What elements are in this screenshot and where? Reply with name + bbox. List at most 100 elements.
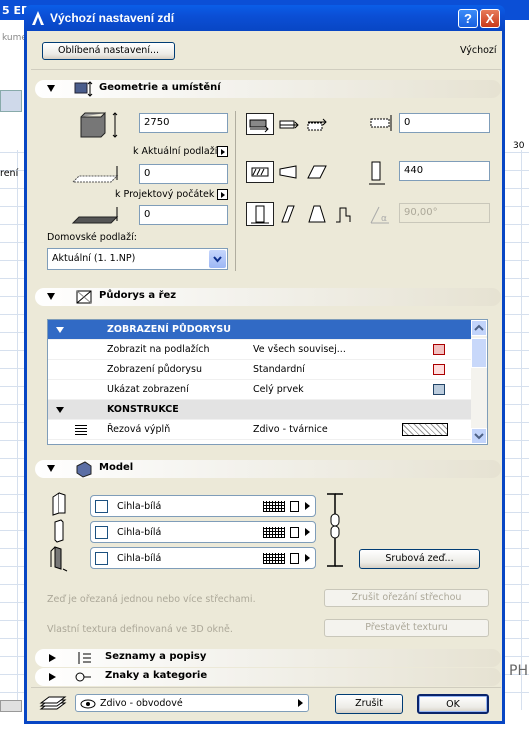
background-tool-icon [0, 90, 22, 112]
background-scroll-field [0, 700, 22, 712]
angle-input[interactable]: 90,00° [399, 203, 490, 223]
home-story-label: Domovské podlaží: [47, 232, 137, 243]
wall-polygon-icon[interactable] [306, 163, 330, 181]
link-materials-chain-icon[interactable] [323, 492, 347, 568]
list-item-value: Standardní [253, 364, 305, 375]
section-floorplan-title: Půdorys a řez [99, 290, 177, 301]
list-item[interactable]: Zobrazení půdorysu Standardní [48, 360, 487, 380]
wall-height-icon [80, 111, 118, 138]
chevron-right-icon [305, 554, 310, 562]
layer-value: Zdivo - obvodové [100, 698, 183, 709]
favorites-button[interactable]: Oblíbená nastavení... [42, 42, 175, 60]
collapse-arrow-icon [47, 85, 55, 92]
material-settings-icon [290, 527, 299, 538]
material-dropdown[interactable]: Cihla-bílá [90, 547, 316, 569]
section-lists[interactable]: Seznamy a popisy [35, 649, 501, 667]
ref-line-outside-button[interactable] [246, 113, 274, 135]
list-item-label: Zobrazení půdorysu [107, 364, 202, 375]
geometry-icon [74, 81, 93, 97]
texture-text: Vlastní textura definovaná ve 3D okně. [47, 624, 233, 635]
list-item-value: Celý prvek [253, 384, 304, 395]
help-button[interactable]: ? [458, 9, 478, 28]
model-icon [76, 461, 92, 478]
section-lists-title: Seznamy a popisy [105, 651, 207, 662]
close-button[interactable]: X [480, 9, 500, 28]
scroll-thumb[interactable] [471, 338, 487, 368]
collapse-arrow-icon [47, 293, 55, 300]
expand-arrow-icon [49, 654, 56, 662]
ref-offset-input[interactable]: 0 [399, 113, 490, 133]
settings-list: ZOBRAZENÍ PŮDORYSU Zobrazit na podlažích V… [47, 319, 488, 445]
divider [31, 69, 501, 70]
collapse-arrow-icon [47, 465, 55, 472]
list-item-label: Zobrazit na podlažích [107, 344, 210, 355]
list-item[interactable]: Řezová výplň Zdivo - tvárnice [48, 420, 487, 440]
list-group-header[interactable]: ZOBRAZENÍ PŮDORYSU [48, 320, 487, 340]
section-floorplan[interactable]: Půdorys a řez [35, 288, 501, 306]
cancel-roof-trim-button[interactable]: Zrušit ořezání střechou [324, 589, 489, 607]
base-offset-input[interactable]: 0 [139, 205, 228, 225]
cancel-button[interactable]: Zrušit [335, 694, 403, 714]
archicad-logo-icon [32, 11, 44, 25]
wall-straight-button[interactable] [246, 161, 274, 183]
dialog-titlebar: Výchozí nastavení zdí ? X [24, 5, 505, 31]
plan-display-icon [433, 364, 445, 375]
scroll-down-icon[interactable] [471, 428, 487, 444]
chevron-down-icon [209, 250, 226, 268]
group-collapse-icon[interactable] [56, 407, 64, 413]
background-right-text: PH [509, 663, 528, 679]
home-story-dropdown[interactable]: Aktuální (1. 1.NP) [47, 248, 228, 270]
vertical-divider [235, 111, 236, 271]
thickness-icon [369, 161, 385, 185]
stories-icon [433, 344, 445, 355]
list-item-label: ZOBRAZENÍ PŮDORYSU [107, 324, 231, 335]
list-item-label: KONSTRUKCE [107, 404, 179, 415]
reset-texture-button[interactable]: Přestavět texturu [324, 619, 489, 637]
base-offset-icon [71, 207, 119, 224]
expand-arrow-icon [49, 673, 56, 681]
cut-fill-icon [75, 424, 87, 435]
material-name: Cihla-bílá [117, 553, 162, 564]
section-model[interactable]: Model [35, 460, 501, 478]
section-tags[interactable]: Znaky a kategorie [35, 668, 501, 686]
list-item[interactable]: Zobrazit na podlažích Ve všech souvisej..… [48, 340, 487, 360]
roof-trim-text: Zeď je ořezaná jednou nebo více střecham… [47, 594, 256, 605]
thickness-input[interactable]: 440 [399, 161, 490, 181]
link-current-floor-button[interactable] [217, 146, 228, 157]
wall-height-input[interactable]: 2750 [139, 113, 228, 133]
chevron-right-icon [305, 502, 310, 510]
wall-profile-icon[interactable] [332, 204, 356, 224]
list-group-header[interactable]: KONSTRUKCE [48, 400, 487, 420]
wall-double-slanted-icon[interactable] [306, 204, 330, 224]
log-wall-button[interactable]: Srubová zeď... [359, 549, 480, 569]
home-story-value: Aktuální (1. 1.NP) [52, 253, 136, 264]
scroll-up-icon[interactable] [471, 320, 487, 336]
top-offset-input[interactable]: 0 [139, 164, 228, 184]
wall-trapezoid-icon[interactable] [278, 163, 302, 181]
material-settings-icon [290, 501, 299, 512]
ok-button[interactable]: OK [417, 694, 489, 714]
default-label: Výchozí [460, 45, 497, 56]
ref-line-inside-icon[interactable] [306, 117, 330, 133]
material-name: Cihla-bílá [117, 527, 162, 538]
chevron-right-icon [305, 528, 310, 536]
wall-vertical-button[interactable] [246, 202, 274, 226]
material-dropdown[interactable]: Cihla-bílá [90, 495, 316, 517]
material-swatch [95, 552, 108, 565]
material-dropdown[interactable]: Cihla-bílá [90, 521, 316, 543]
svg-text:α: α [381, 214, 387, 224]
group-collapse-icon[interactable] [56, 327, 64, 333]
section-model-title: Model [99, 462, 134, 473]
link-project-zero-button[interactable] [217, 189, 228, 200]
list-item[interactable]: Ukázat zobrazení Celý prvek [48, 380, 487, 400]
top-offset-icon [71, 166, 119, 183]
fill-pattern-swatch [402, 423, 448, 436]
floorplan-section-icon [76, 290, 92, 304]
surface-inside-icon [50, 546, 68, 572]
ref-line-center-icon[interactable] [278, 117, 302, 133]
wall-slanted-icon[interactable] [278, 204, 302, 224]
list-scrollbar[interactable] [471, 320, 487, 444]
layer-dropdown[interactable]: Zdivo - obvodové [75, 694, 309, 712]
section-geometry[interactable]: Geometrie a umístění [35, 80, 501, 98]
angle-icon: α [370, 206, 389, 224]
